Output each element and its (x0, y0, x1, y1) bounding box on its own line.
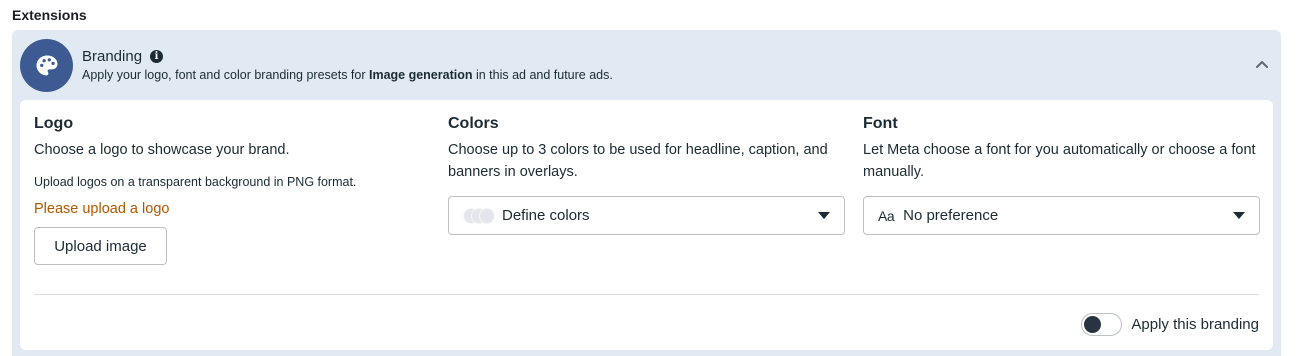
logo-heading: Logo (34, 115, 74, 132)
colors-heading: Colors (448, 115, 499, 132)
chevron-up-icon (1256, 61, 1268, 68)
font-description: Let Meta choose a font for you automatic… (863, 142, 1256, 180)
font-column: Font Let Meta choose a font for you auto… (863, 115, 1263, 235)
caret-down-icon (818, 212, 830, 219)
apply-branding-label: Apply this branding (1131, 316, 1259, 333)
toggle-knob (1084, 316, 1102, 333)
apply-branding-toggle[interactable] (1081, 313, 1123, 336)
logo-column: Logo Choose a logo to showcase your bran… (34, 115, 424, 265)
branding-title-row: Branding i (82, 48, 164, 65)
font-select[interactable]: Aa No preference (863, 196, 1260, 235)
palette-icon (36, 55, 57, 75)
divider (34, 294, 1259, 295)
info-icon[interactable]: i (150, 50, 164, 63)
branding-title: Branding (82, 48, 143, 65)
logo-warning: Please upload a logo (34, 201, 170, 217)
font-select-value: No preference (903, 207, 999, 224)
font-heading: Font (863, 115, 898, 132)
upload-image-button[interactable]: Upload image (34, 227, 167, 265)
define-colors-select[interactable]: Define colors (448, 196, 845, 235)
branding-description: Apply your logo, font and color branding… (82, 68, 613, 82)
logo-description: Choose a logo to showcase your brand. (34, 142, 290, 158)
branding-panel: Branding i Apply your logo, font and col… (12, 30, 1281, 356)
branding-description-suffix: in this ad and future ads. (472, 68, 613, 82)
branding-description-prefix: Apply your logo, font and color branding… (82, 68, 369, 82)
define-colors-value: Define colors (502, 207, 590, 224)
logo-note: Upload logos on a transparent background… (34, 175, 357, 189)
branding-card: Logo Choose a logo to showcase your bran… (20, 100, 1273, 350)
color-swatches-icon (463, 207, 495, 224)
colors-description: Choose up to 3 colors to be used for hea… (448, 142, 828, 180)
apply-branding-row: Apply this branding (1081, 313, 1259, 336)
extensions-title: Extensions (12, 7, 87, 23)
branding-avatar (20, 39, 73, 92)
colors-column: Colors Choose up to 3 colors to be used … (448, 115, 848, 235)
caret-down-icon (1233, 212, 1245, 219)
font-glyph-icon: Aa (878, 207, 895, 224)
collapse-button[interactable] (1253, 55, 1271, 73)
branding-description-bold: Image generation (368, 68, 473, 82)
